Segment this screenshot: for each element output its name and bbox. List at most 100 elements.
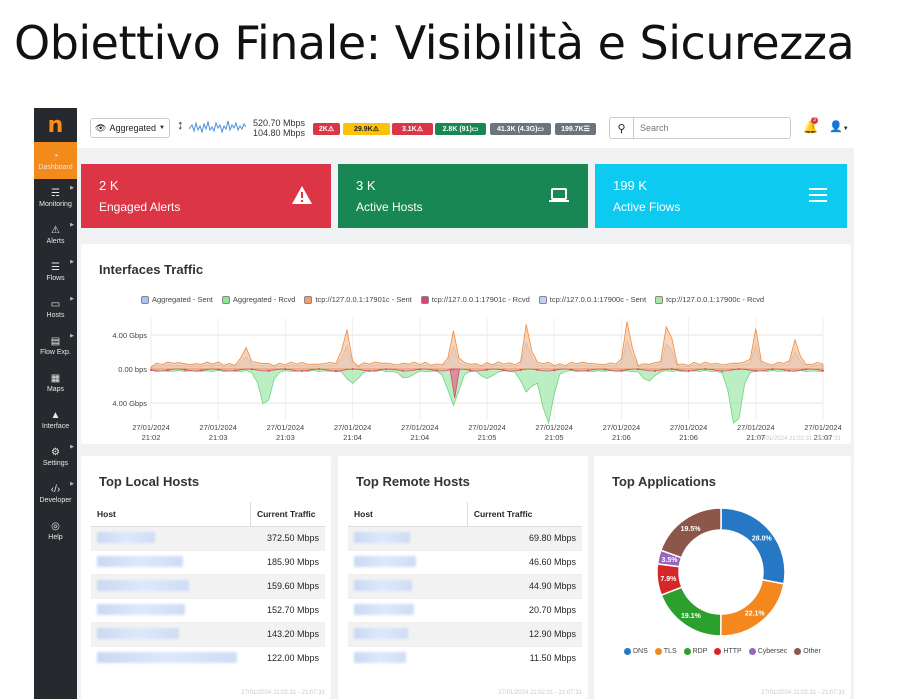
user-menu-icon[interactable]: 👤▼ — [829, 120, 849, 133]
column-header-host[interactable]: Host — [348, 502, 468, 527]
host-cell-redacted[interactable] — [348, 621, 468, 646]
interface-selector[interactable]: 👁 Aggregated ▼ — [90, 118, 170, 138]
laptop-icon: ▭ — [537, 126, 545, 133]
pie-slice-tls[interactable] — [720, 578, 785, 637]
sidebar-item-interface[interactable]: ▲ Interface — [34, 401, 77, 438]
host-cell-redacted[interactable] — [348, 573, 468, 598]
notification-count: 3 — [811, 117, 818, 124]
host-cell-redacted[interactable] — [348, 597, 468, 622]
data-point — [603, 368, 606, 371]
sidebar-item-label: Settings — [42, 459, 69, 467]
host-cell-redacted[interactable] — [91, 525, 251, 550]
legend-item[interactable]: HTTP — [714, 648, 742, 655]
host-cell-redacted[interactable] — [91, 645, 251, 670]
applications-donut-chart[interactable]: 28.0% 22.1% 19.1% 7.9% 3.5% 19.5% — [594, 456, 851, 646]
host-cell-redacted[interactable] — [91, 597, 251, 622]
legend-label: Cybersec — [757, 648, 788, 655]
sidebar-item-maps[interactable]: ▦ Maps — [34, 364, 77, 401]
alert-badge[interactable]: 29.9K ⚠ — [343, 123, 390, 135]
table-row[interactable]: 372.50 Mbps — [91, 525, 325, 550]
sidebar-item-help[interactable]: ◎ Help — [34, 512, 77, 549]
table-row[interactable]: 143.20 Mbps — [91, 621, 325, 646]
legend-item[interactable]: DNS — [624, 648, 648, 655]
host-cell-redacted[interactable] — [91, 573, 251, 598]
sidebar-item-flows[interactable]: ☰ Flows ▶ — [34, 253, 77, 290]
table-timestamp: 27/01/2024 21:02:31 - 21:07:31 — [241, 690, 325, 696]
data-point — [670, 368, 673, 371]
x-tick-date: 27/01/2024 — [401, 423, 439, 432]
eye-icon: 👁 — [95, 122, 107, 133]
caret-right-icon: ▶ — [70, 481, 74, 487]
legend-item[interactable]: RDP — [683, 648, 707, 655]
search-icon[interactable]: ⚲ — [609, 117, 633, 139]
data-point — [385, 368, 388, 371]
column-header-traffic[interactable]: Current Traffic — [249, 502, 325, 527]
data-point — [704, 368, 707, 371]
legend-swatch — [714, 648, 722, 655]
host-cell-redacted[interactable] — [348, 549, 468, 574]
legend-item[interactable]: Other — [794, 648, 821, 655]
legend-label: TLS — [663, 648, 677, 655]
alert-badge[interactable]: 3.1K ⚠ — [392, 123, 433, 135]
data-point — [654, 369, 656, 372]
stat-value: 199 K — [613, 178, 647, 193]
data-point — [217, 368, 220, 371]
host-cell-redacted[interactable] — [91, 621, 251, 646]
stat-card-active-hosts[interactable]: 3 K Active Hosts — [338, 164, 588, 228]
alert-badge[interactable]: 2K ⚠ — [313, 123, 340, 135]
flows-icon: ☰ — [51, 261, 60, 273]
warning-icon: ⚠ — [372, 126, 379, 133]
alert-badge[interactable]: 2.8K (91) ▭ — [435, 123, 486, 135]
data-point — [553, 369, 556, 372]
host-cell-redacted[interactable] — [91, 549, 251, 574]
pie-slice-rdp[interactable] — [660, 586, 722, 637]
alert-badge[interactable]: 199.7K ☰ — [555, 123, 596, 135]
sidebar-item-flow-exp[interactable]: ▤ Flow Exp. ▶ — [34, 327, 77, 364]
table-row[interactable]: 46.60 Mbps — [348, 549, 582, 574]
laptop-icon — [548, 184, 570, 206]
data-point — [318, 368, 320, 371]
data-point — [771, 368, 774, 371]
table-row[interactable]: 185.90 Mbps — [91, 549, 325, 574]
table-row[interactable]: 159.60 Mbps — [91, 573, 325, 598]
table-row[interactable]: 11.50 Mbps — [348, 645, 582, 670]
traffic-chart[interactable]: 4.00 Gbps0.00 bps4.00 Gbps27/01/202421:0… — [81, 244, 851, 444]
table-row[interactable]: 69.80 Mbps — [348, 525, 582, 550]
table-row[interactable]: 20.70 Mbps — [348, 597, 582, 622]
sidebar-item-settings[interactable]: ⚙ Settings ▶ — [34, 438, 77, 475]
stat-card-engaged-alerts[interactable]: 2 K Engaged Alerts — [81, 164, 331, 228]
pie-slice-dns[interactable] — [720, 507, 786, 585]
table-row[interactable]: 152.70 Mbps — [91, 597, 325, 622]
traffic-cell: 46.60 Mbps — [467, 549, 582, 574]
traffic-cell: 11.50 Mbps — [467, 645, 582, 670]
x-tick-date: 27/01/2024 — [334, 423, 372, 432]
column-header-host[interactable]: Host — [91, 502, 251, 527]
ntop-logo[interactable]: n — [34, 108, 77, 142]
table-row[interactable]: 12.90 Mbps — [348, 621, 582, 646]
x-tick-date: 27/01/2024 — [535, 423, 573, 432]
host-cell-redacted[interactable] — [348, 525, 468, 550]
sidebar-item-monitoring[interactable]: ☴ Monitoring ▶ — [34, 179, 77, 216]
up-down-arrow-icon: ↕ — [177, 117, 184, 132]
sidebar-item-alerts[interactable]: ⚠ Alerts ▶ — [34, 216, 77, 253]
column-header-traffic[interactable]: Current Traffic — [466, 502, 582, 527]
table-row[interactable]: 44.90 Mbps — [348, 573, 582, 598]
search-input[interactable] — [633, 117, 791, 139]
sidebar-item-dashboard[interactable]: ◔ Dashboard — [34, 142, 77, 179]
sidebar-item-developer[interactable]: ‹/› Developer ▶ — [34, 475, 77, 512]
slice-label: 3.5% — [661, 557, 678, 564]
y-tick-label: 4.00 Gbps — [112, 331, 147, 340]
legend-item[interactable]: Cybersec — [748, 648, 788, 655]
legend-item[interactable]: TLS — [654, 648, 677, 655]
host-cell-redacted[interactable] — [348, 645, 468, 670]
sidebar-item-label: Dashboard — [38, 163, 73, 171]
stat-card-active-flows[interactable]: 199 K Active Flows — [595, 164, 847, 228]
table-row[interactable]: 122.00 Mbps — [91, 645, 325, 670]
warning-icon — [291, 184, 313, 206]
table-header-row: Host Current Traffic — [91, 502, 325, 527]
top-applications-card: Top Applications 28.0% 22.1% 19.1% 7.9% 3.5%… — [594, 456, 851, 699]
sidebar-item-hosts[interactable]: ▭ Hosts ▶ — [34, 290, 77, 327]
throughput-readout: 520.70 Mbps 104.80 Mbps — [252, 118, 305, 138]
alert-badge[interactable]: 41.3K (4.3G) ▭ — [490, 123, 551, 135]
warning-icon: ⚠ — [51, 224, 60, 236]
